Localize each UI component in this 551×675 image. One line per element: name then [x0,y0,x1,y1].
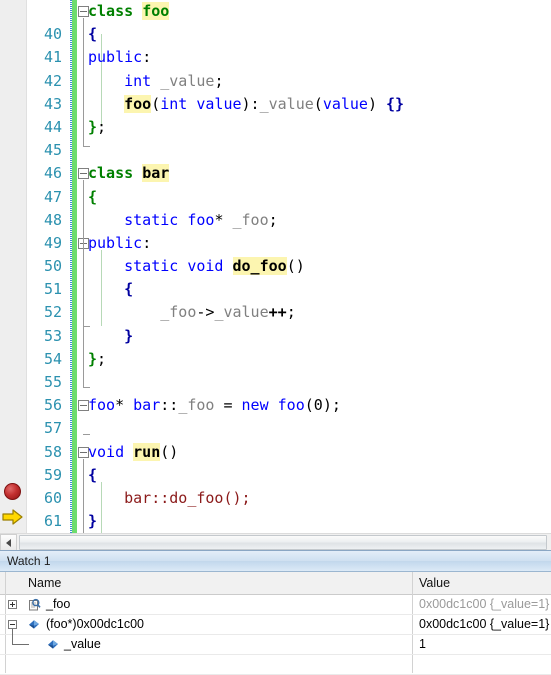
code-line[interactable]: 55 }; [0,348,551,391]
field-diamond-icon [46,638,60,652]
code-line[interactable]: 41 { [0,23,551,66]
editor-horizontal-scrollbar[interactable] [0,533,551,551]
tree-connector-vertical [12,629,13,645]
line-code: { [124,280,134,299]
line-code: foo* bar::_foo = new foo(0); [88,396,341,415]
watch-value[interactable]: 0x00dc1c00 {_value=1} [419,597,549,611]
line-code: }; [88,117,107,136]
code-line[interactable]: 56 [0,371,551,414]
code-line[interactable]: 49 static foo* _foo; [0,209,551,252]
code-editor[interactable]: 40 class foo 41 { 42 public: 43 int _val… [0,0,551,533]
watch-panel-title-bar[interactable]: Watch 1 [0,551,551,572]
table-row[interactable]: (foo*)0x00dc1c00 0x00dc1c00 {_value=1} [0,615,551,635]
code-line[interactable]: 50 public: [0,232,551,275]
code-line[interactable]: 47 class bar [0,162,551,206]
row-expander-plus[interactable] [8,600,17,609]
column-header-name[interactable]: Name [28,576,61,590]
line-code: static void do_foo() [124,257,305,276]
table-row[interactable]: _value 1 [0,629,551,655]
line-code: public: [88,233,152,252]
line-code: }; [88,349,107,368]
code-line[interactable]: 60 { [0,464,551,507]
code-line[interactable]: 48 { [0,186,551,229]
watch-panel[interactable]: Watch 1 Name Value _foo 0x00dc1c00 {_val… [0,550,551,675]
watch-rows[interactable]: _foo 0x00dc1c00 {_value=1} (foo*)0x00dc1… [0,595,551,675]
watch-name[interactable]: (foo*)0x00dc1c00 [46,617,144,631]
line-code: class foo [88,2,170,20]
code-line[interactable]: 45 }; [0,116,551,159]
scrollbar-thumb[interactable] [19,535,547,550]
chevron-left-icon [6,539,11,547]
tree-connector-horizontal [12,644,29,645]
line-code: { [88,187,98,206]
watch-panel-title: Watch 1 [7,554,51,568]
watch-value[interactable]: 1 [419,637,426,651]
code-line[interactable]: 62 } [0,510,551,533]
line-code: } [124,326,134,345]
code-line[interactable]: 54 } [0,325,551,368]
line-code: bar::do_foo(); [124,488,251,507]
line-code: { [88,25,98,44]
code-line[interactable]: 58 [0,417,551,461]
watch-pin-icon [27,598,41,612]
row-expander-minus[interactable] [8,620,17,629]
watch-name[interactable]: _value [64,637,101,651]
code-line[interactable]: 44 foo(int value):_value(value) {} [0,93,551,136]
code-line[interactable]: 52 { [0,278,551,321]
line-code: public: [88,48,152,67]
watch-value[interactable]: 0x00dc1c00 {_value=1} [419,617,549,631]
code-line[interactable]: 61 bar::do_foo(); [0,487,551,530]
table-row-empty[interactable] [0,655,551,675]
code-lines-container[interactable]: 40 class foo 41 { 42 public: 43 int _val… [0,0,551,533]
line-code: int _value; [124,71,224,90]
code-line[interactable]: 43 int _value; [0,70,551,113]
scroll-left-button[interactable] [0,534,17,551]
code-line[interactable]: 53 _foo->_value++; [0,301,551,344]
code-line[interactable]: 51 static void do_foo() [0,255,551,298]
column-header-value[interactable]: Value [419,576,450,590]
table-row[interactable]: _foo 0x00dc1c00 {_value=1} [0,595,551,615]
code-line[interactable]: 40 class foo [0,0,551,43]
line-code: void run() [88,442,179,461]
line-code: } [88,512,98,531]
field-diamond-icon [27,618,41,632]
code-line[interactable]: 42 public: [0,46,551,89]
watch-column-headers[interactable]: Name Value [0,572,551,595]
code-line[interactable]: 46 [0,139,551,182]
code-line[interactable]: 59 void run() [0,441,551,484]
code-line[interactable]: 57 foo* bar::_foo = new foo(0); [0,394,551,437]
line-code: { [88,465,98,484]
line-code: _foo->_value++; [160,303,296,322]
line-code: static foo* _foo; [124,210,278,229]
line-code: class bar [88,164,170,183]
line-code: foo(int value):_value(value) {} [124,94,405,113]
watch-name[interactable]: _foo [46,597,70,611]
